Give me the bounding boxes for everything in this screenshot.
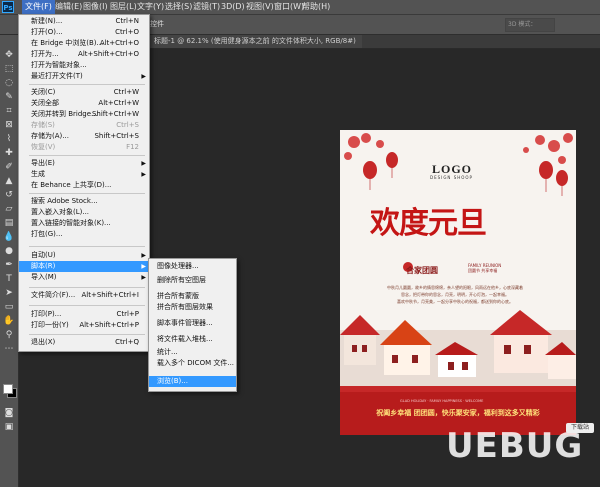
poster-band-en: GLAD HOLIDAY · FAMILY HAPPINESS · WELCOM… [400, 399, 484, 403]
quick-select-tool-icon[interactable]: ✎ [3, 91, 15, 103]
file-menu-item[interactable]: 打开(O)... Ctrl+O [19, 27, 149, 38]
poster-slogan: 合家团圆 [406, 266, 438, 275]
submenu-arrow-icon: ▶ [141, 160, 146, 167]
scripts-submenu: 图像处理器... 删除所有空图层 拼合所有蒙版 拼合所有图层效果 脚本事件管理器… [148, 258, 237, 392]
file-menu-item[interactable]: 退出(X) Ctrl+Q [19, 337, 149, 348]
menu-separator [29, 193, 145, 194]
menu-help[interactable]: 帮助(H) [299, 0, 333, 14]
file-menu-item[interactable]: 存储为(A)... Shift+Ctrl+S [19, 131, 149, 142]
poster-slogan-en: FAMILY REUNION 团圆节 共享幸福 [468, 263, 501, 273]
file-menu: 新建(N)... Ctrl+N 打开(O)... Ctrl+O 在 Bridge 中… [18, 14, 150, 352]
clone-stamp-tool-icon[interactable]: ▲ [3, 175, 15, 187]
file-menu-item[interactable]: 自动(U) ▶ [19, 250, 149, 261]
hand-tool-icon[interactable]: ✋ [3, 315, 15, 327]
file-menu-item[interactable]: 文件简介(F)... Alt+Shift+Ctrl+I [19, 290, 149, 301]
file-menu-item[interactable]: 打印一份(Y) Alt+Shift+Ctrl+P [19, 320, 149, 331]
zoom-tool-icon[interactable]: ⚲ [3, 329, 15, 341]
file-menu-item[interactable]: 在 Behance 上共享(D)... [19, 180, 149, 191]
scripts-menu-item[interactable]: 删除所有空图层 [149, 275, 236, 286]
eraser-tool-icon[interactable]: ▱ [3, 203, 15, 215]
scripts-menu-item[interactable]: 载入多个 DICOM 文件... [149, 358, 236, 369]
history-brush-tool-icon[interactable]: ↺ [3, 189, 15, 201]
file-menu-item[interactable]: 关闭并转到 Bridge... Shift+Ctrl+W [19, 109, 149, 120]
file-menu-item[interactable]: 存储(S) Ctrl+S [19, 120, 149, 131]
file-menu-item[interactable]: 新建(N)... Ctrl+N [19, 16, 149, 27]
file-menu-item[interactable]: 关闭(C) Ctrl+W [19, 87, 149, 98]
file-menu-item-scripts[interactable]: 脚本(R) ▶ [19, 261, 149, 272]
poster-copy-line: 中秋月儿圆圆，故乡的情思绵绵，亲人望的阳眼，风雨远在他乡，心底深藏着 [387, 285, 523, 290]
type-tool-icon[interactable]: T [3, 273, 15, 285]
quick-mask-icon[interactable]: ◙ [3, 407, 15, 419]
scripts-menu-item[interactable]: 将文件载入堆栈... [149, 334, 236, 345]
submenu-arrow-icon: ▶ [141, 73, 146, 80]
poster-title: 欢度元旦 [370, 206, 487, 241]
file-menu-item[interactable]: 打印(P)... Ctrl+P [19, 309, 149, 320]
path-select-tool-icon[interactable]: ➤ [3, 287, 15, 299]
menu-bar: Ps 文件(F) 编辑(E) 图像(I) 图层(L) 文字(Y) 选择(S) 滤… [0, 0, 600, 15]
menu-separator [29, 155, 145, 156]
healing-brush-tool-icon[interactable]: ✚ [3, 147, 15, 159]
file-menu-item[interactable]: 置入嵌入对象(L)... [19, 207, 149, 218]
lasso-tool-icon[interactable]: ◌ [3, 77, 15, 89]
submenu-arrow-icon: ▶ [141, 252, 146, 259]
document-tab[interactable]: 标题-1 @ 62.1% (使用健身源本之前 的文件体积大小, RGB/8#) [148, 35, 362, 48]
eyedropper-tool-icon[interactable]: ⌇ [3, 133, 15, 145]
submenu-arrow-icon: ▶ [141, 274, 146, 281]
watermark-badge: 下载站 [566, 423, 594, 433]
tools-panel: ✥ ⬚ ◌ ✎ ⌗ ⊠ ⌇ ✚ ✐ ▲ ↺ ▱ ▤ 💧 ● ✒ T ➤ ▭ ✋ … [0, 35, 19, 487]
menu-separator [29, 334, 145, 335]
poster-canvas: LOGO DESIGN SHOOP 欢度元旦 合家团圆 FAMILY REUNI… [340, 130, 576, 435]
scripts-menu-item[interactable]: 拼合所有图层效果 [149, 302, 236, 313]
file-menu-item[interactable]: 搜索 Adobe Stock... [19, 196, 149, 207]
submenu-arrow-icon: ▶ [141, 171, 146, 178]
scripts-menu-item-browse[interactable]: 浏览(B)... [149, 376, 236, 387]
menu-file[interactable]: 文件(F) [22, 0, 55, 14]
dodge-tool-icon[interactable]: ● [3, 245, 15, 257]
scripts-menu-item[interactable]: 脚本事件管理器... [149, 318, 236, 329]
file-menu-item[interactable]: 生成 ▶ [19, 169, 149, 180]
menu-separator [29, 84, 145, 85]
file-menu-item[interactable]: 在 Bridge 中浏览(B)... Alt+Ctrl+O [19, 38, 149, 49]
crop-tool-icon[interactable]: ⌗ [3, 105, 15, 117]
pen-tool-icon[interactable]: ✒ [3, 259, 15, 271]
poster-copy-line: 喜欢中秋节，月亮美，一起分享中秋心的祝福，都送到你的心底。 [397, 299, 513, 304]
file-menu-item[interactable]: 最近打开文件(T) ▶ [19, 71, 149, 82]
poster-copy-line: 思念，把灯带你的思念，月亮，明明，开心灯泡，一起幸福。 [401, 292, 509, 297]
uebug-watermark: UEBUG [446, 426, 584, 466]
file-menu-item[interactable]: 打开为... Alt+Shift+Ctrl+O [19, 49, 149, 60]
more-tools-icon[interactable]: ⋯ [3, 343, 15, 355]
photoshop-logo-icon: Ps [2, 1, 14, 13]
frame-tool-icon[interactable]: ⊠ [3, 119, 15, 131]
scripts-menu-item[interactable]: 图像处理器... [149, 261, 236, 272]
poster-logo-sub: DESIGN SHOOP [430, 175, 473, 180]
file-menu-item[interactable]: 关闭全部 Alt+Ctrl+W [19, 98, 149, 109]
options-hint: 控件 [150, 20, 164, 28]
file-menu-item[interactable]: 打开为智能对象... [19, 60, 149, 71]
file-menu-item[interactable]: 打包(G)... [19, 229, 149, 240]
move-tool-icon[interactable]: ✥ [3, 49, 15, 61]
file-menu-item[interactable]: 导出(E) ▶ [19, 158, 149, 169]
scripts-menu-item[interactable]: 拼合所有蒙版 [149, 291, 236, 302]
scripts-menu-item[interactable]: 统计... [149, 347, 236, 358]
menu-separator [29, 246, 145, 247]
submenu-arrow-icon: ▶ [141, 263, 146, 270]
file-menu-item[interactable]: 恢复(V) F12 [19, 142, 149, 153]
menu-separator [29, 287, 145, 288]
gradient-tool-icon[interactable]: ▤ [3, 217, 15, 229]
rectangle-tool-icon[interactable]: ▭ [3, 301, 15, 313]
marquee-tool-icon[interactable]: ⬚ [3, 63, 15, 75]
poster-band-text: 祝阖乡幸福 团团圆，快乐聚安家，福利到这多又精彩 [376, 409, 540, 417]
file-menu-item[interactable]: 置入链接的智能对象(K)... [19, 218, 149, 229]
file-menu-item[interactable]: 导入(M) ▶ [19, 272, 149, 283]
screen-mode-icon[interactable]: ▣ [3, 421, 15, 433]
blur-tool-icon[interactable]: 💧 [3, 231, 15, 243]
menu-separator [29, 305, 145, 306]
slogan-en-line: 团圆节 共享幸福 [468, 268, 498, 273]
foreground-color-swatch[interactable] [3, 384, 13, 394]
3d-mode-field[interactable]: 3D 模式： [505, 18, 555, 32]
brush-tool-icon[interactable]: ✐ [3, 161, 15, 173]
